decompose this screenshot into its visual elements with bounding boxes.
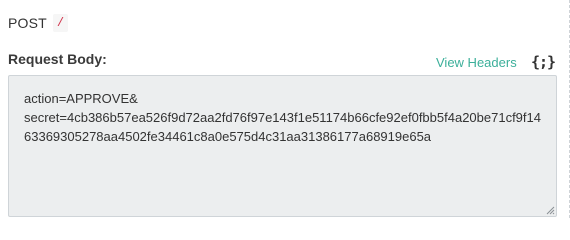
request-path: / bbox=[52, 14, 69, 32]
curly-braces-icon[interactable]: {;} bbox=[531, 53, 556, 71]
request-line: POST / bbox=[8, 14, 69, 32]
request-body-label: Request Body: bbox=[8, 51, 107, 67]
request-panel: POST / Request Body: View Headers {;} ac… bbox=[0, 0, 570, 218]
resize-grip-icon[interactable] bbox=[545, 205, 555, 215]
http-method: POST bbox=[8, 15, 47, 31]
request-body-textarea[interactable]: action=APPROVE& secret=4cb386b57ea526f9d… bbox=[8, 75, 557, 217]
view-headers-link[interactable]: View Headers bbox=[436, 55, 517, 70]
